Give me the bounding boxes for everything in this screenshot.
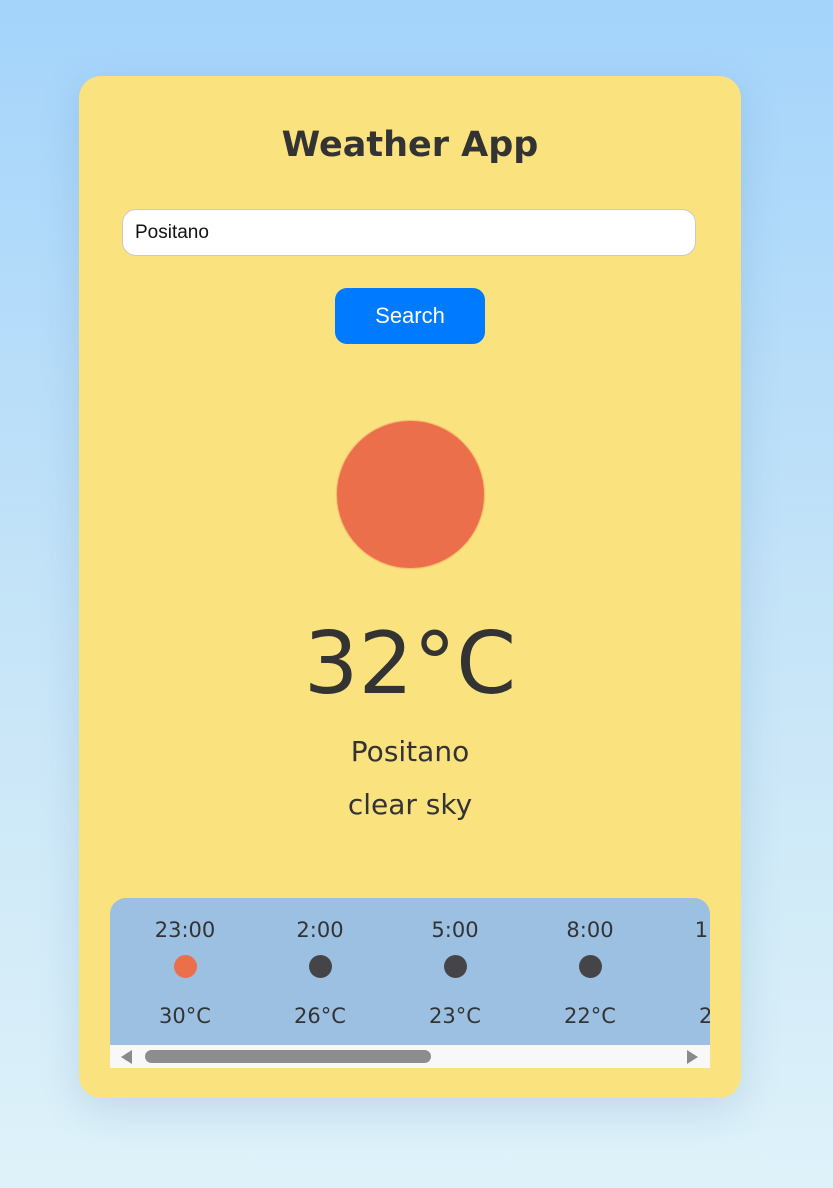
night-icon	[309, 955, 332, 978]
forecast-time: 2:00	[296, 918, 344, 942]
page-title: Weather App	[281, 125, 539, 165]
search-button[interactable]: Search	[335, 288, 485, 344]
search-input[interactable]	[122, 209, 696, 256]
forecast-time: 11:00	[694, 918, 710, 942]
forecast-item: 11:00 25°C	[675, 898, 710, 1045]
forecast-temp: 23°C	[429, 1004, 481, 1028]
forecast-temp: 22°C	[564, 1004, 616, 1028]
forecast-item: 5:00 23°C	[405, 898, 505, 1045]
hourly-forecast: 23:00 30°C 2:00 26°C 5:00 23°C 8:00 22°C…	[110, 898, 710, 1068]
forecast-item: 23:00 30°C	[135, 898, 235, 1045]
horizontal-scrollbar[interactable]	[110, 1045, 710, 1068]
forecast-temp: 25°C	[699, 1004, 710, 1028]
forecast-time: 23:00	[154, 918, 216, 942]
forecast-scroll-area[interactable]: 23:00 30°C 2:00 26°C 5:00 23°C 8:00 22°C…	[110, 898, 710, 1045]
weather-card: Weather App Search 32°C Positano clear s…	[79, 76, 741, 1098]
forecast-temp: 26°C	[294, 1004, 346, 1028]
scroll-right-arrow-icon[interactable]	[687, 1050, 698, 1064]
scroll-left-arrow-icon[interactable]	[121, 1050, 132, 1064]
weather-description: clear sky	[347, 788, 473, 821]
city-name: Positano	[350, 735, 470, 768]
night-icon	[579, 955, 602, 978]
sun-icon	[337, 421, 484, 568]
forecast-temp: 30°C	[159, 1004, 211, 1028]
forecast-time: 5:00	[431, 918, 479, 942]
night-icon	[444, 955, 467, 978]
forecast-item: 8:00 22°C	[540, 898, 640, 1045]
current-temperature: 32°C	[303, 614, 517, 714]
sun-icon	[174, 955, 197, 978]
forecast-time: 8:00	[566, 918, 614, 942]
scrollbar-thumb[interactable]	[145, 1050, 431, 1063]
forecast-item: 2:00 26°C	[270, 898, 370, 1045]
